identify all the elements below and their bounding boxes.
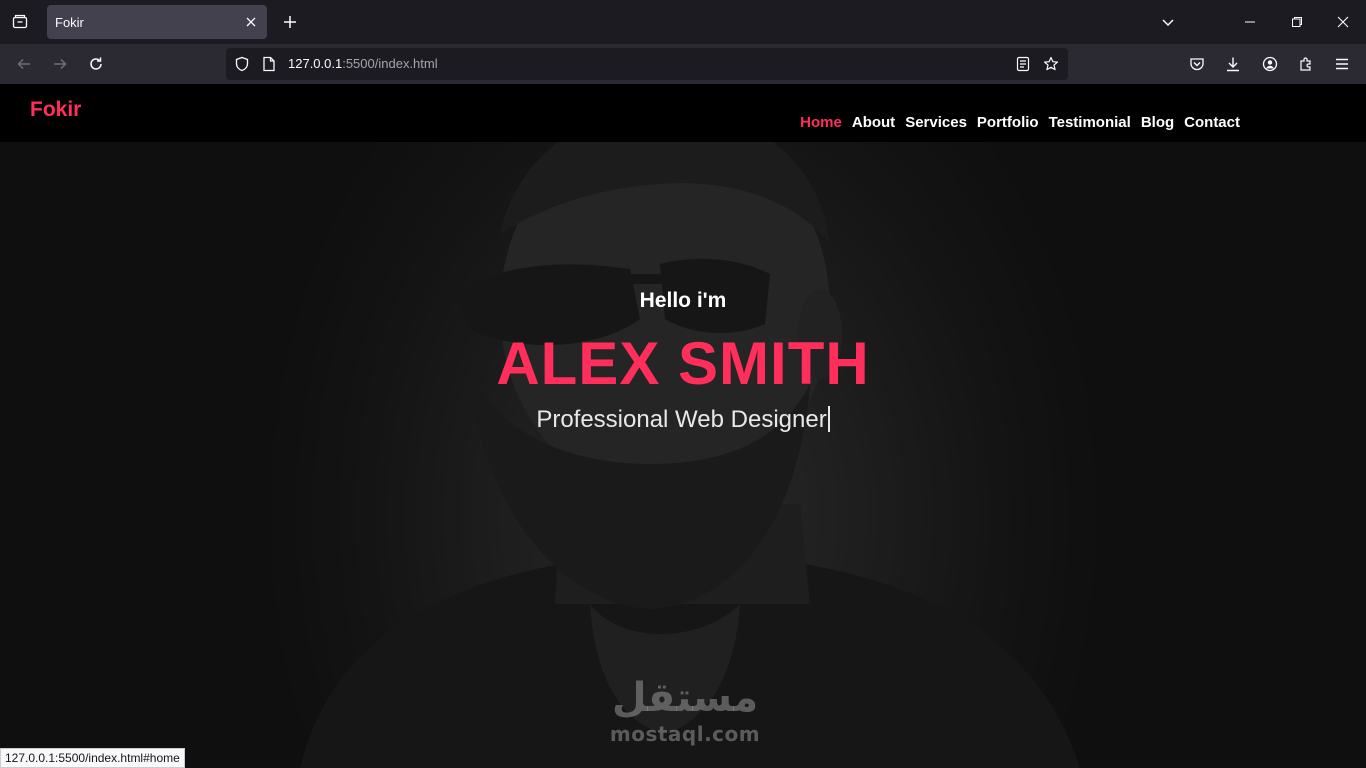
pocket-icon[interactable] bbox=[1185, 52, 1209, 76]
browser-tab[interactable]: Fokir bbox=[47, 5, 267, 39]
menu-icon[interactable] bbox=[1330, 52, 1354, 76]
status-bar-url: 127.0.0.1:5500/index.html#home bbox=[0, 748, 185, 768]
browser-tab-bar: Fokir bbox=[0, 0, 1366, 44]
star-icon[interactable] bbox=[1043, 56, 1059, 72]
nav-link-about[interactable]: About bbox=[852, 114, 895, 131]
nav-link-portfolio[interactable]: Portfolio bbox=[977, 114, 1039, 131]
url-path: :5500/index.html bbox=[342, 56, 438, 71]
nav-link-contact[interactable]: Contact bbox=[1184, 114, 1240, 131]
download-icon[interactable] bbox=[1221, 52, 1245, 76]
hero-greeting: Hello i'm bbox=[639, 289, 727, 312]
account-icon[interactable] bbox=[1258, 52, 1282, 76]
page-icon[interactable] bbox=[261, 56, 277, 72]
site-header: Fokir Home About Services Portfolio Test… bbox=[0, 84, 1366, 142]
nav-link-home[interactable]: Home bbox=[800, 114, 842, 131]
close-icon[interactable] bbox=[243, 14, 259, 30]
url-text[interactable]: 127.0.0.1:5500/index.html bbox=[288, 56, 438, 71]
minimize-button[interactable] bbox=[1238, 10, 1262, 34]
restore-button[interactable] bbox=[1285, 10, 1309, 34]
chevron-down-icon[interactable] bbox=[1156, 10, 1180, 34]
hero-role: Professional Web Designer bbox=[0, 406, 1366, 434]
watermark-logo: مستقل mostaql.com bbox=[600, 674, 770, 746]
main-nav: Home About Services Portfolio Testimonia… bbox=[800, 114, 1240, 131]
web-page: Fokir Home About Services Portfolio Test… bbox=[0, 84, 1366, 768]
url-bar[interactable]: 127.0.0.1:5500/index.html bbox=[226, 48, 1068, 80]
site-logo[interactable]: Fokir bbox=[30, 98, 81, 122]
browser-toolbar: 127.0.0.1:5500/index.html bbox=[0, 44, 1366, 84]
watermark-arabic: مستقل bbox=[611, 675, 759, 721]
url-host: 127.0.0.1 bbox=[288, 56, 343, 71]
reload-icon[interactable] bbox=[84, 52, 108, 76]
tab-list-icon[interactable] bbox=[8, 10, 32, 34]
hero-name: ALEX SMITH bbox=[496, 330, 870, 397]
watermark-latin: mostaql.com bbox=[609, 722, 761, 746]
new-tab-button[interactable] bbox=[279, 11, 301, 33]
close-window-button[interactable] bbox=[1331, 10, 1355, 34]
reader-view-icon[interactable] bbox=[1015, 56, 1031, 72]
nav-link-blog[interactable]: Blog bbox=[1141, 114, 1174, 131]
extensions-icon[interactable] bbox=[1294, 52, 1318, 76]
nav-link-testimonial[interactable]: Testimonial bbox=[1049, 114, 1131, 131]
back-arrow-icon[interactable] bbox=[12, 52, 36, 76]
forward-arrow-icon[interactable] bbox=[48, 52, 72, 76]
tab-title: Fokir bbox=[55, 14, 84, 30]
nav-link-services[interactable]: Services bbox=[905, 114, 967, 131]
shield-icon[interactable] bbox=[234, 56, 250, 72]
hero-role-text: Professional Web Designer bbox=[536, 406, 827, 433]
typing-cursor bbox=[827, 406, 830, 432]
